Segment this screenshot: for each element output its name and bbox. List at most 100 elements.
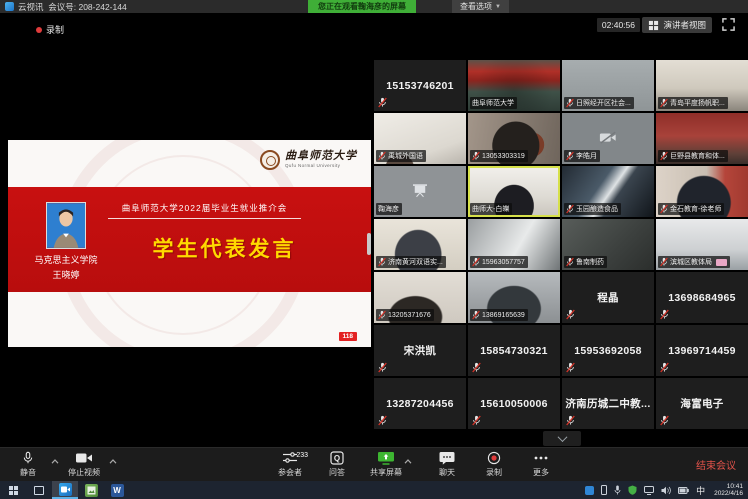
word-app-icon: W [111,484,124,497]
participant-tile[interactable]: 济南历城二中教... [562,378,654,429]
participant-label: 玉园酿造食品 [564,203,621,215]
speaker-view-button[interactable]: 演讲者视图 [642,17,712,33]
mute-label: 静音 [20,467,36,478]
speaker-caption: 马克思主义学院 王晓婷 [18,253,114,283]
start-button[interactable] [0,481,26,499]
muted-mic-icon [472,415,481,426]
participant-label: 曲阜师范大学 [470,97,517,109]
taskbar-clock[interactable]: 10:41 2022/4/16 [714,483,743,498]
participant-tile[interactable]: 15153746201 [374,60,466,111]
participant-name: 15953692058 [562,325,654,376]
muted-mic-icon [660,151,668,161]
camera-off-icon [599,130,617,144]
stop-video-button[interactable]: 停止视频 [68,451,100,478]
participant-tile[interactable]: 13053303319 [468,113,560,164]
mic-tray-icon[interactable] [614,485,621,495]
meeting-window: 云视讯 会议号: 208-242-144 您正在观看鞠海彦的屏幕 查看选项 ▼ … [0,0,748,499]
participant-tile[interactable]: 15610050006 [468,378,560,429]
participant-tile[interactable]: 李皓月 [562,113,654,164]
stop-video-label: 停止视频 [68,467,100,478]
muted-mic-icon [660,309,669,320]
muted-mic-icon [566,98,574,108]
share-screen-button[interactable]: 共享屏幕 [370,451,402,478]
qa-button[interactable]: Q 问答 [323,451,351,478]
mute-button[interactable]: 静音 [14,451,42,478]
participant-name: 15854730321 [468,325,560,376]
muted-mic-icon [378,362,387,373]
participant-label: 15963057757 [470,256,528,268]
input-method-indicator[interactable]: 中 [696,484,705,497]
participant-tile[interactable]: 滨城区教体局 [656,219,748,270]
participants-button[interactable]: 参会者 233 [276,451,304,478]
participants-label: 参会者 [278,467,302,478]
participant-tile[interactable]: 青岛平度扬帆职... [656,60,748,111]
system-tray: 中 10:41 2022/4/16 [585,481,748,499]
more-button[interactable]: 更多 [527,451,555,478]
participant-name: 曲师大-白皪 [472,204,509,214]
grid-view-icon [648,20,659,31]
participant-tile[interactable]: 金石教育-徐老师 [656,166,748,217]
participant-tile[interactable]: 鲁南制药 [562,219,654,270]
participant-tile[interactable]: 鞠海彦 [374,166,466,217]
end-meeting-button[interactable]: 结束会议 [696,448,736,481]
recording-indicator: 录制 [36,23,64,36]
participant-tile[interactable]: 禹城外国语 [374,113,466,164]
muted-mic-icon [660,204,668,214]
participants-grid: 15153746201 曲阜师范大学 日照经开区社会... 青岛平度扬帆职... 禹城外… [374,60,748,429]
participant-label: 曲师大-白皪 [470,203,512,215]
participant-tile[interactable]: 13869165639 [468,272,560,323]
participant-tile[interactable]: 程晶 [562,272,654,323]
muted-mic-icon [566,204,574,214]
clock-time: 10:41 [714,483,743,491]
slide-page-badge: 118 [339,332,358,341]
participant-tile[interactable]: 15963057757 [468,219,560,270]
battery-icon[interactable] [678,487,689,494]
participant-label: 鞠海彦 [376,203,402,215]
record-button[interactable]: 录制 [480,451,508,478]
participant-tile[interactable]: 15854730321 [468,325,560,376]
display-icon[interactable] [644,486,654,495]
participant-tile[interactable]: 济南黄河双语实... [374,219,466,270]
participant-tile[interactable]: 15953692058 [562,325,654,376]
participant-tile[interactable]: 日照经开区社会... [562,60,654,111]
antivirus-shield-icon[interactable] [628,485,637,495]
participant-label: 日照经开区社会... [564,97,634,109]
chevron-down-icon: ▼ [495,4,501,10]
participant-tile[interactable]: 海富电子 [656,378,748,429]
fullscreen-icon[interactable] [722,18,735,31]
record-dot-icon [36,27,42,33]
muted-mic-icon [378,257,386,267]
task-view-button[interactable] [26,481,52,499]
participant-tile[interactable]: 曲师大-白皪 [468,166,560,217]
grid-scroll-down-button[interactable] [543,431,581,446]
windows-logo-icon [9,486,18,495]
participant-tile[interactable]: 玉园酿造食品 [562,166,654,217]
participant-tile[interactable]: 13969714459 [656,325,748,376]
participant-tile[interactable]: 13205371676 [374,272,466,323]
share-options-chevron[interactable] [404,451,412,479]
muted-mic-icon [378,97,387,108]
taskbar-app-image-viewer[interactable] [78,481,104,499]
video-options-chevron[interactable] [109,451,117,479]
taskbar-app-word[interactable]: W [104,481,130,499]
phone-icon[interactable] [601,485,607,495]
participant-tile[interactable]: 13698684965 [656,272,748,323]
meeting-toolbar: 静音 停止视频 [0,447,748,481]
muted-mic-icon [566,151,574,161]
mute-options-chevron[interactable] [51,451,59,479]
view-options-button[interactable]: 查看选项 ▼ [452,0,509,13]
tray-app-icon[interactable] [585,486,594,495]
participant-tile[interactable]: 宋洪凯 [374,325,466,376]
participant-tile[interactable]: 13287204456 [374,378,466,429]
participant-tile[interactable]: 曲阜师范大学 [468,60,560,111]
more-icon [533,451,549,465]
chat-button[interactable]: 聊天 [433,451,461,478]
participant-name: 滨城区教体局 [670,257,712,267]
meeting-number: 会议号: 208-242-144 [48,2,126,12]
participant-tile[interactable]: 巨野县教育和体... [656,113,748,164]
muted-mic-icon [566,309,575,320]
muted-mic-icon [378,310,386,320]
taskbar-app-meeting[interactable] [52,481,78,499]
muted-mic-icon [660,98,668,108]
volume-icon[interactable] [661,486,671,495]
